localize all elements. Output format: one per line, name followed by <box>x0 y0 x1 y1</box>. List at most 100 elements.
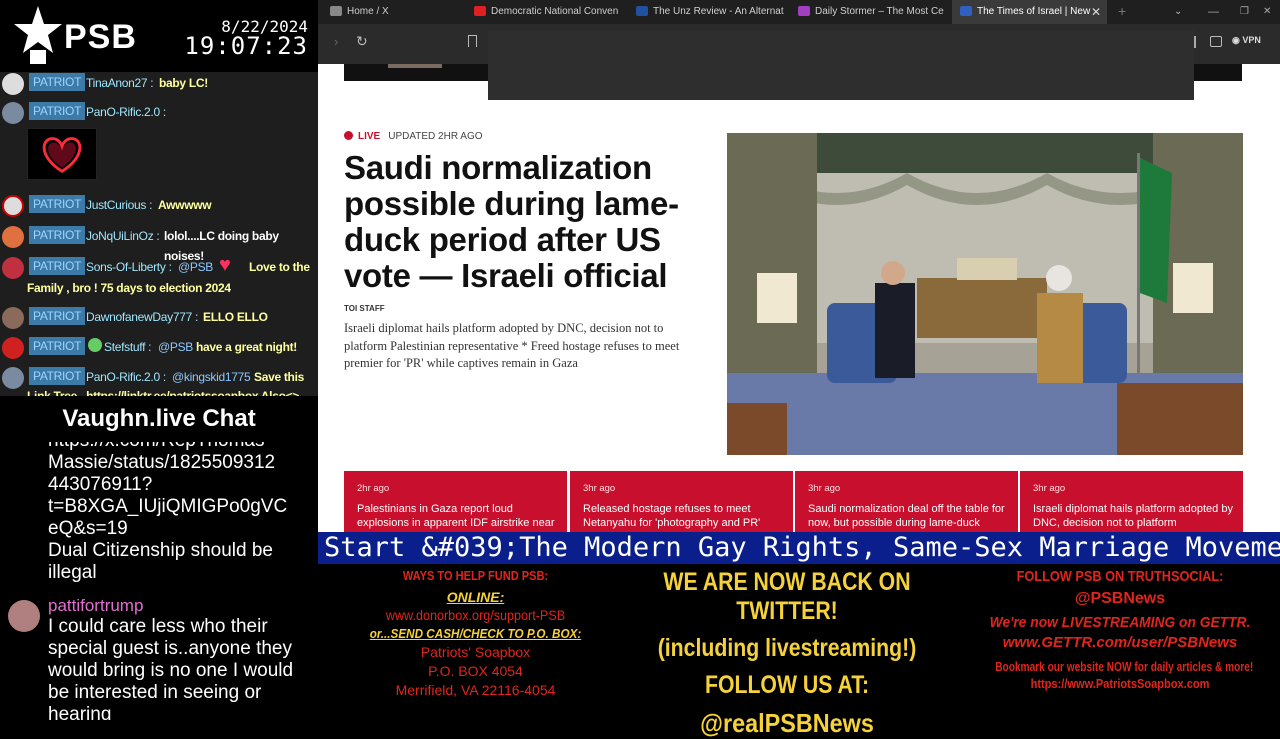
patriot-badge: PATRIOT <box>29 367 86 385</box>
patriot-badge: PATRIOT <box>29 257 86 275</box>
toi-article-page: LIVE UPDATED 2HR AGO Saudi normalization … <box>318 64 1280 532</box>
avatar <box>2 257 24 279</box>
card-time: 2hr ago <box>357 483 390 494</box>
reload-icon[interactable]: ↻ <box>356 33 368 50</box>
chat-text: have a great night! <box>196 340 297 354</box>
vaughn-message: I could care less who their special gues… <box>48 616 294 720</box>
article-byline[interactable]: TOI STAFF <box>344 304 385 313</box>
heart-icon: ♥ <box>219 254 231 276</box>
chat-text: ELLO ELLO <box>203 310 268 324</box>
close-window-icon[interactable]: ✕ <box>1263 0 1271 24</box>
avatar <box>2 367 24 389</box>
maximize-icon[interactable]: ❐ <box>1240 0 1249 24</box>
address-line: Merrifield, VA 22116-4054 <box>395 682 556 698</box>
chevron-down-icon[interactable]: ⌄ <box>1174 0 1182 24</box>
close-tab-icon[interactable]: ✕ <box>1091 0 1101 24</box>
patriot-badge: PATRIOT <box>29 226 86 244</box>
meeting-photo <box>727 133 1243 455</box>
online-label: ONLINE: <box>446 589 505 605</box>
chat-text: Save this <box>254 370 304 384</box>
avatar <box>2 73 24 95</box>
avatar <box>2 102 24 124</box>
follow-label: FOLLOW US AT: <box>704 671 870 699</box>
tab-bar: Home / X Democratic National Conven The … <box>318 0 1280 24</box>
tab-dnc[interactable]: Democratic National Conven <box>468 0 623 24</box>
news-card[interactable]: 3hr ago Saudi normalization deal off the… <box>795 471 1018 532</box>
send-check-label: or...SEND CASH/CHECK TO P.O. BOX: <box>369 626 582 641</box>
avatar <box>8 600 40 632</box>
stream-sidebar: PSB 8/22/2024 19:07:23 PATRIOT TinaAnon2… <box>0 0 318 720</box>
rumble-chat: PATRIOT TinaAnon27 : baby LC! PATRIOT Pa… <box>0 72 318 396</box>
psb-header: PSB 8/22/2024 19:07:23 <box>0 0 318 72</box>
tab-daily-stormer[interactable]: Daily Stormer – The Most Cen <box>792 0 944 24</box>
patriot-badge: PATRIOT <box>29 73 86 91</box>
ad-placeholder <box>488 30 1194 100</box>
chat-username: TinaAnon27 : <box>86 76 154 90</box>
wallet-icon[interactable] <box>1210 36 1222 47</box>
live-dot-icon <box>344 131 353 140</box>
truthsocial-column: FOLLOW PSB ON TRUTHSOCIAL: @PSBNews We'r… <box>960 564 1280 691</box>
card-time: 3hr ago <box>1033 483 1066 494</box>
minimize-icon[interactable]: — <box>1208 0 1219 24</box>
chat-mention: @PSB <box>158 340 193 354</box>
chat-username: Stefstuff : <box>104 340 152 354</box>
twitter-subheading: (including livestreaming!) <box>657 634 917 662</box>
chat-text: baby LC! <box>159 76 208 90</box>
website-line: Bookmark our website NOW for daily artic… <box>995 659 1254 674</box>
donation-info-bar: WAYS TO HELP FUND PSB: ONLINE: www.donor… <box>318 564 1280 738</box>
fund-title: WAYS TO HELP FUND PSB: <box>402 568 549 583</box>
vaughn-chat-title: Vaughn.live Chat <box>0 396 318 442</box>
news-card[interactable]: 3hr ago Released hostage refuses to meet… <box>570 471 793 532</box>
vaughn-username: pattifortrump <box>48 596 144 615</box>
card-title: Saudi normalization deal off the table f… <box>808 503 1005 529</box>
patriot-badge: PATRIOT <box>29 102 86 120</box>
vpn-button[interactable]: ◉ VPN <box>1232 35 1261 46</box>
site-icon <box>798 6 810 17</box>
forward-icon[interactable]: › <box>334 34 338 49</box>
news-card[interactable]: 3hr ago Israeli diplomat hails platform … <box>1020 471 1243 532</box>
card-title: Palestinians in Gaza report loud explosi… <box>357 503 555 529</box>
twitter-column: WE ARE NOW BACK ON TWITTER! (including l… <box>614 564 960 739</box>
chat-text-continued: Family , bro ! 75 days to election 2024 <box>27 281 231 295</box>
youtube-icon <box>474 6 486 17</box>
chat-mention: @PSB <box>178 260 213 274</box>
new-tab-icon[interactable]: + <box>1118 0 1126 22</box>
donorbox-url: www.donorbox.org/support-PSB <box>385 607 566 623</box>
patriot-badge: PATRIOT <box>29 337 86 355</box>
address-line: P.O. BOX 4054 <box>428 663 523 679</box>
twitter-handle: @realPSBNews <box>700 708 874 738</box>
article-summary: Israeli diplomat hails platform adopted … <box>344 321 680 370</box>
article-headline[interactable]: Saudi normalization possible during lame… <box>344 150 704 294</box>
tab-unz[interactable]: The Unz Review - An Alternat <box>630 0 785 24</box>
patriot-badge: PATRIOT <box>29 307 86 325</box>
avatar <box>2 195 24 217</box>
psb-brand: PSB <box>64 18 137 56</box>
chat-username: JoNqUiLinOz : <box>86 229 160 243</box>
x-icon <box>330 6 342 17</box>
chat-username: PanO-Rific.2.0 : <box>86 105 166 119</box>
tab-home-x[interactable]: Home / X <box>318 0 463 24</box>
heart-sticker-image <box>27 128 97 180</box>
news-ticker: Start &#039;The Modern Gay Rights, Same-… <box>318 532 1280 564</box>
tab-times-of-israel[interactable]: The Times of Israel | New ✕ <box>952 0 1107 24</box>
truthsocial-handle: @PSBNews <box>1074 590 1166 607</box>
website-url: https://www.PatriotsSoapbox.com <box>1030 676 1210 691</box>
chat-mention: @kingskid1775 <box>172 370 251 384</box>
updated-time: UPDATED 2HR AGO <box>388 131 483 142</box>
avatar <box>2 337 24 359</box>
unz-icon <box>636 6 648 17</box>
chat-username: DawnofanewDay777 : <box>86 310 199 324</box>
avatar <box>2 226 24 248</box>
patriot-badge: PATRIOT <box>29 195 86 213</box>
chat-username: JustCurious : <box>86 198 153 212</box>
gettr-url: www.GETTR.com/user/PSBNews <box>1002 634 1238 651</box>
chat-username: PanO-Rific.2.0 : <box>86 370 166 384</box>
bookmark-icon[interactable] <box>468 35 477 47</box>
psb-star-logo-icon <box>14 6 62 64</box>
article-photo[interactable] <box>727 133 1243 455</box>
heart-icon <box>42 137 82 174</box>
news-card[interactable]: 2hr ago Palestinians in Gaza report loud… <box>344 471 567 532</box>
emoji-icon <box>88 338 102 352</box>
card-title: Released hostage refuses to meet Netanya… <box>583 503 761 529</box>
chat-username: Sons-Of-Liberty : <box>86 260 172 274</box>
